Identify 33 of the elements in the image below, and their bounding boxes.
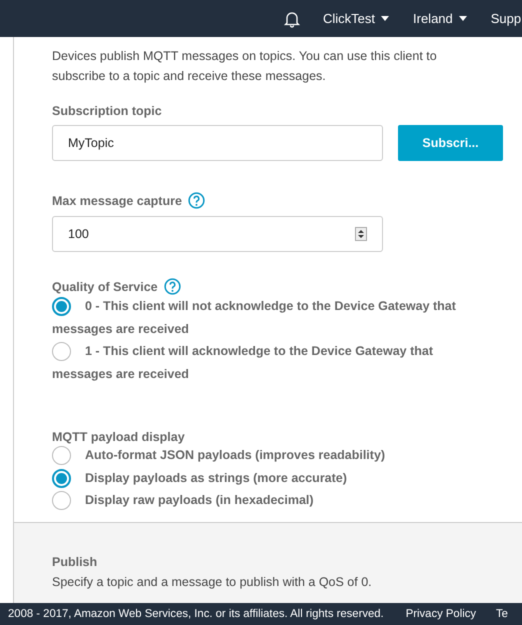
region-menu[interactable]: Ireland	[413, 11, 467, 26]
spinner-icon[interactable]	[355, 227, 367, 241]
privacy-link[interactable]: Privacy Policy	[406, 608, 476, 620]
help-icon[interactable]	[188, 192, 205, 209]
caret-icon	[381, 16, 390, 21]
radio-label: messages are received	[52, 366, 189, 383]
radio-label: messages are received	[52, 320, 189, 338]
terms-link[interactable]: Te	[496, 608, 508, 620]
radio-button[interactable]	[52, 342, 71, 361]
copyright-text: 2008 - 2017, Amazon Web Services, Inc. or its affiliates. All rights reserved.	[8, 608, 384, 620]
radio-button[interactable]	[52, 446, 71, 465]
help-icon[interactable]	[164, 278, 181, 295]
number-input-field[interactable]: 100	[52, 216, 383, 252]
caret-icon	[458, 16, 467, 21]
field-label: Subscription topic	[52, 104, 162, 118]
section-description: Specify a topic and a message to publish with a QoS of 0.	[52, 575, 373, 589]
section-title: Publish	[52, 555, 98, 569]
radio-label: 0 - This client will not acknowledge to the Device Gateway that	[85, 299, 456, 313]
radio-button[interactable]	[52, 297, 71, 316]
radio-label: 1 - This client will acknowledge to the Device Gateway that	[85, 344, 434, 358]
field-label: Max message capture	[52, 194, 182, 208]
field-label: Quality of Service	[52, 280, 158, 294]
bell-icon[interactable]	[283, 10, 301, 28]
topic-input-field[interactable]: MyTopic	[52, 125, 383, 161]
intro-text: Devices publish MQTT messages on topics. You can use this client to subscribe to a topic and receive these messages.	[52, 48, 438, 85]
radio-button[interactable]	[52, 491, 71, 510]
radio-button[interactable]	[52, 468, 71, 488]
support-menu[interactable]: Supp	[490, 11, 522, 26]
radio-label: Auto-format JSON payloads (improves readability)	[85, 448, 386, 462]
radio-label: Display payloads as strings (more accurate)	[85, 470, 347, 484]
field-label: MQTT payload display	[52, 430, 185, 444]
account-menu[interactable]: ClickTest	[323, 11, 390, 26]
radio-label: Display raw payloads (in hexadecimal)	[85, 493, 314, 507]
